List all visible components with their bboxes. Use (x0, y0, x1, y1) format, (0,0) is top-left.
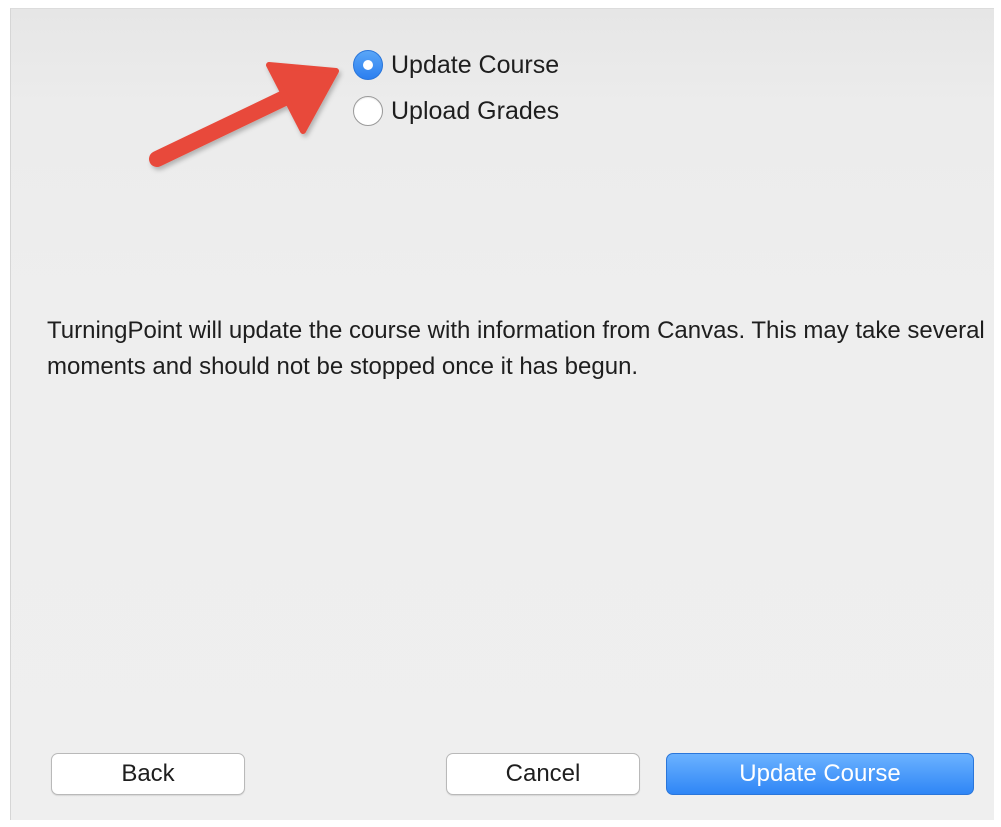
radio-label-upload-grades: Upload Grades (391, 96, 560, 125)
update-course-button[interactable]: Update Course (666, 753, 974, 795)
radio-option-update-course[interactable]: Update Course (353, 42, 559, 88)
arrow-pointer-icon (149, 62, 339, 167)
radio-selected-icon[interactable] (353, 50, 383, 80)
radio-unselected-icon[interactable] (353, 96, 383, 126)
back-button[interactable]: Back (51, 753, 245, 795)
radio-label-update-course: Update Course (391, 50, 560, 79)
info-message: TurningPoint will update the course with… (47, 317, 985, 380)
update-course-dialog: Update Course Upload Grades TurningPoint… (10, 8, 994, 820)
cancel-button[interactable]: Cancel (446, 753, 640, 795)
radio-option-upload-grades[interactable]: Upload Grades (353, 88, 559, 134)
action-radio-group: Update Course Upload Grades (353, 42, 559, 134)
